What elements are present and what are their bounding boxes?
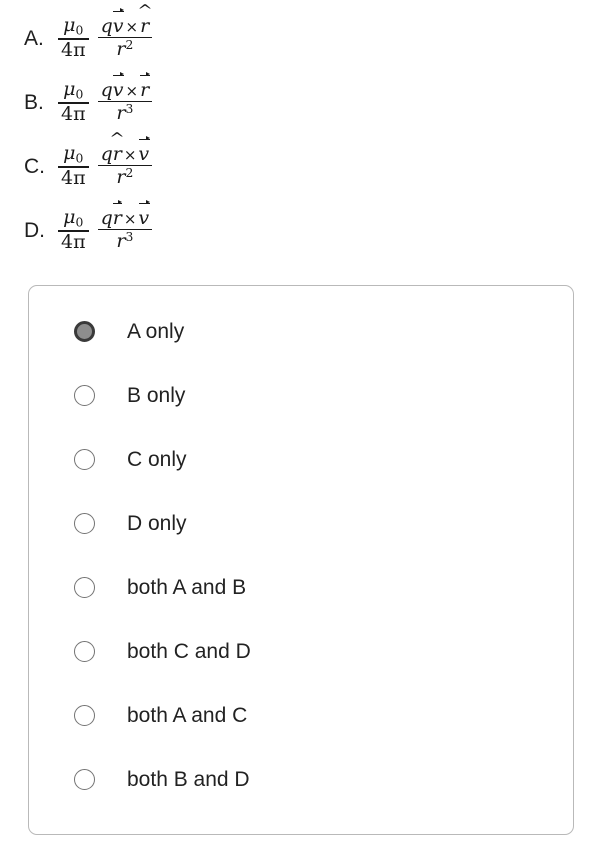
answer-options-card: A only B only C only D only both A and B both… bbox=[28, 285, 574, 835]
formula-letter: C. bbox=[24, 154, 45, 178]
mu-zero: μ0 bbox=[63, 206, 84, 230]
constant-fraction: μ0 4π bbox=[58, 79, 89, 124]
radio-option-label: D only bbox=[127, 511, 187, 535]
hat-accent-r: r bbox=[113, 144, 122, 164]
mu-zero: μ0 bbox=[63, 14, 84, 38]
vector-accent-v: v bbox=[112, 72, 124, 101]
radio-option-row[interactable]: B only bbox=[29, 363, 573, 427]
radio-option-label: both B and D bbox=[127, 767, 250, 791]
radio-option-label: both A and C bbox=[127, 703, 248, 727]
radio-option-row[interactable]: both B and D bbox=[29, 747, 573, 811]
main-fraction: qr×vr2 bbox=[97, 136, 153, 189]
main-fraction: qv×rr2 bbox=[97, 8, 153, 61]
radio-button-icon[interactable] bbox=[74, 512, 95, 534]
cross-product-numerator: qv × r bbox=[98, 8, 153, 37]
cross-product-numerator: qr×v bbox=[98, 200, 153, 229]
four-pi: 4π bbox=[61, 166, 86, 189]
formula-expression: μ04π qr×vr2 bbox=[58, 136, 153, 189]
radio-option-label: B only bbox=[127, 383, 186, 407]
four-pi: 4π bbox=[61, 38, 86, 61]
radio-option-row[interactable]: C only bbox=[29, 427, 573, 491]
mu-zero: μ0 bbox=[63, 78, 84, 102]
radio-button-icon[interactable] bbox=[74, 704, 95, 726]
constant-fraction: μ0 4π bbox=[58, 15, 89, 60]
formula-letter: A. bbox=[24, 26, 44, 50]
formula-letter: B. bbox=[24, 90, 44, 114]
mu-zero: μ0 bbox=[63, 142, 84, 166]
formula-row: D. μ0 4π qr × v r3 bbox=[0, 198, 600, 262]
cross-product-numerator: qr×v bbox=[98, 136, 153, 165]
cross-product-icon: × bbox=[125, 81, 139, 100]
vector-accent-v: v bbox=[138, 200, 150, 229]
radio-option-label: both C and D bbox=[127, 639, 251, 663]
radio-button-icon[interactable] bbox=[74, 640, 95, 662]
radio-option-row[interactable]: both C and D bbox=[29, 619, 573, 683]
radio-option-label: A only bbox=[127, 319, 185, 343]
radio-group[interactable]: A only B only C only D only both A and B both… bbox=[29, 299, 573, 811]
radio-option-row[interactable]: D only bbox=[29, 491, 573, 555]
formula-row: C. μ04π qr×vr2 bbox=[0, 134, 600, 198]
radio-option-label: both A and B bbox=[127, 575, 247, 599]
formula-row: B. μ0 4π qv × r r3 bbox=[0, 70, 600, 134]
main-fraction: qv × r r3 bbox=[97, 72, 153, 125]
four-pi: 4π bbox=[61, 102, 86, 125]
constant-fraction: μ0 4π bbox=[58, 207, 89, 252]
denominator-r-power: r2 bbox=[116, 38, 134, 61]
formula-expression: μ0 4π qv × r r3 bbox=[58, 72, 153, 125]
vector-accent-v: v bbox=[112, 8, 124, 37]
radio-option-label: C only bbox=[127, 447, 187, 471]
vector-accent-v: v bbox=[138, 136, 150, 165]
formula-expression: μ0 4π qr × v r3 bbox=[58, 200, 153, 253]
denominator-r-power: r2 bbox=[116, 166, 134, 189]
charge-q: q bbox=[100, 78, 113, 101]
radio-option-row[interactable]: both A and C bbox=[29, 683, 573, 747]
constant-fraction: μ0 4π bbox=[58, 143, 89, 188]
radio-button-icon[interactable] bbox=[74, 384, 95, 406]
formula-expression: μ04π qv×rr2 bbox=[58, 8, 153, 61]
radio-button-icon[interactable] bbox=[74, 768, 95, 790]
radio-button-icon[interactable] bbox=[74, 448, 95, 470]
radio-button-selected-icon[interactable] bbox=[74, 320, 95, 342]
charge-q: q bbox=[100, 206, 113, 229]
radio-option-row[interactable]: A only bbox=[29, 299, 573, 363]
denominator-r-power: r3 bbox=[116, 230, 134, 253]
denominator-r-power: r3 bbox=[116, 102, 134, 125]
charge-q: q bbox=[100, 14, 113, 37]
four-pi: 4π bbox=[61, 230, 86, 253]
vector-accent-r: r bbox=[140, 72, 150, 101]
main-fraction: qr × v r3 bbox=[97, 200, 153, 253]
choice-formula-list: A.μ04πqv×rr2B.μ04πqv×rr3C.μ04πqr×vr2D.μ0… bbox=[0, 0, 600, 262]
formula-row: A. μ04π qv×rr2 bbox=[0, 6, 600, 70]
vector-accent-r: r bbox=[112, 200, 123, 229]
cross-product-icon: × bbox=[123, 209, 137, 228]
cross-product-numerator: qv × r bbox=[98, 72, 153, 101]
radio-button-icon[interactable] bbox=[74, 576, 95, 598]
hat-accent-r: r bbox=[140, 16, 149, 36]
formula-letter: D. bbox=[24, 218, 45, 242]
radio-option-row[interactable]: both A and B bbox=[29, 555, 573, 619]
